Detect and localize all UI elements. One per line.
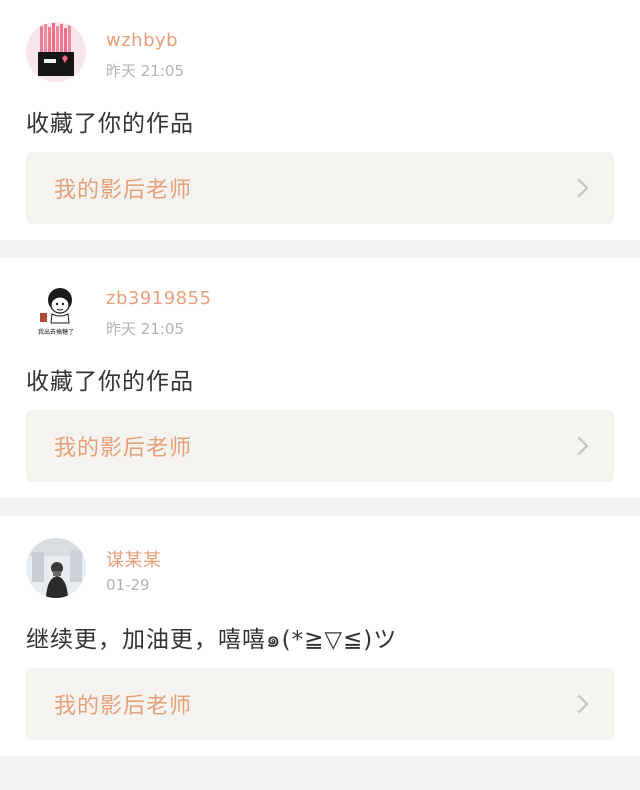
chevron-right-icon: [577, 436, 589, 456]
comment-text: 继续更，加油更，嘻嘻๑(*≧▽≦)ツ: [26, 627, 398, 653]
notification-feed: wzhbyb 昨天 21:05 收藏了你的作品 我的影后老师 我出去搞糖了 zb…: [0, 0, 640, 756]
comment-text: 收藏了你的作品: [26, 369, 194, 395]
chevron-right-icon: [577, 694, 589, 714]
comment-text: 收藏了你的作品: [26, 111, 194, 137]
avatar[interactable]: [26, 22, 86, 82]
avatar[interactable]: [26, 538, 86, 598]
username[interactable]: zb3919855: [106, 288, 212, 309]
timestamp: 01-29: [106, 576, 150, 594]
notification-card: 我出去搞糖了 zb3919855 昨天 21:05 收藏了你的作品 我的影后老师: [0, 258, 640, 498]
avatar-caption: 我出去搞糖了: [38, 328, 74, 336]
chevron-right-icon: [577, 178, 589, 198]
avatar[interactable]: 我出去搞糖了: [26, 280, 86, 340]
timestamp: 昨天 21:05: [106, 320, 184, 338]
meme-cartoon-avatar-icon: 我出去搞糖了: [26, 280, 86, 340]
work-title: 我的影后老师: [54, 178, 193, 203]
work-title: 我的影后老师: [54, 436, 193, 461]
timestamp: 昨天 21:05: [106, 62, 184, 80]
work-link-button[interactable]: 我的影后老师: [26, 668, 614, 740]
person-photo-avatar-icon: [26, 538, 86, 598]
notification-card: wzhbyb 昨天 21:05 收藏了你的作品 我的影后老师: [0, 0, 640, 240]
username[interactable]: wzhbyb: [106, 30, 178, 51]
notification-card: 谋某某 01-29 继续更，加油更，嘻嘻๑(*≧▽≦)ツ 我的影后老师: [0, 516, 640, 756]
username[interactable]: 谋某某: [106, 546, 162, 572]
work-title: 我的影后老师: [54, 694, 193, 719]
pink-fries-avatar-icon: [26, 22, 86, 82]
work-link-button[interactable]: 我的影后老师: [26, 410, 614, 482]
work-link-button[interactable]: 我的影后老师: [26, 152, 614, 224]
